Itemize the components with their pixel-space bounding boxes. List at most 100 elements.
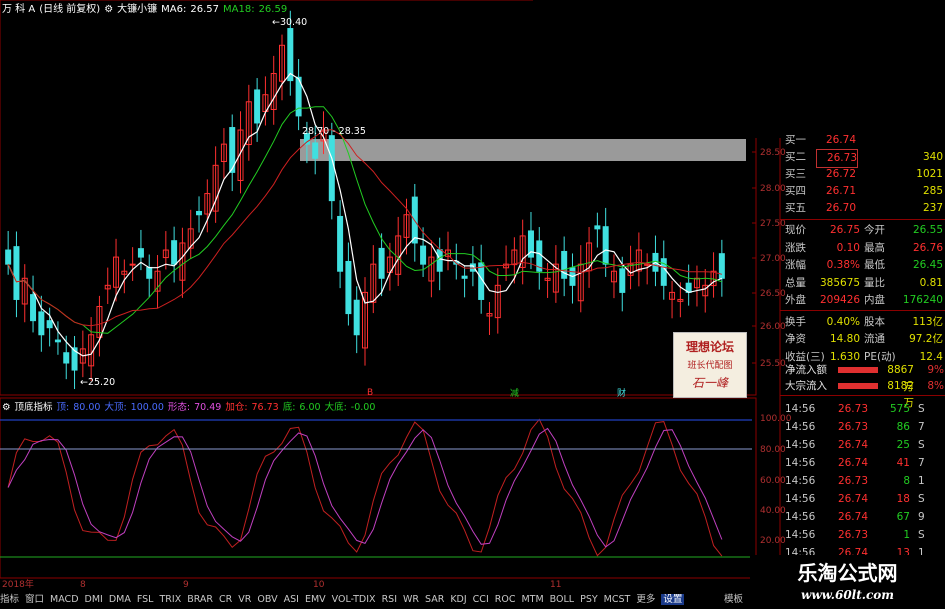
di-label: 底: [282, 402, 296, 413]
stat-label: 今开 [864, 224, 885, 236]
flow-label: 净流入额 [785, 364, 827, 376]
flow-bar [838, 367, 878, 373]
stat-label: 涨幅 [785, 259, 806, 271]
tick-time: 14:56 [785, 439, 816, 451]
flow-row: 净流入额 8867万 9% [780, 362, 945, 393]
candle-body [171, 240, 178, 265]
tick-row: 14:56 26.73 8 1 [780, 472, 945, 490]
bid-row-5[interactable]: 买五 26.70 237 [780, 200, 945, 217]
candle-body [328, 135, 335, 202]
tab-rsi[interactable]: RSI [382, 594, 397, 605]
tab-brar[interactable]: BRAR [187, 594, 213, 605]
tab-更多[interactable]: 更多 [636, 594, 655, 605]
divider [780, 219, 945, 220]
gear-icon[interactable]: ⚙ [104, 4, 113, 15]
tab-wr[interactable]: WR [403, 594, 419, 605]
candle-body [436, 249, 443, 272]
bid-row-1[interactable]: 买一 26.74 [780, 132, 945, 149]
tab-指标[interactable]: 指标 [0, 594, 19, 605]
bid-price: 26.70 [825, 202, 856, 214]
tick-row: 14:56 26.74 18 S [780, 490, 945, 508]
tick-price: 26.73 [837, 475, 868, 487]
tick-time: 14:56 [785, 457, 816, 469]
tab-vol-tdix[interactable]: VOL-TDIX [332, 594, 376, 605]
chart-title-bar: 万 科 A (日线 前复权) ⚙ 大镰小镰 MA6: 26.57 MA18: 26.59 [2, 2, 291, 18]
tick-price: 26.74 [837, 457, 868, 469]
candle-body [129, 263, 136, 266]
tab-boll[interactable]: BOLL [550, 594, 574, 605]
tab-mcst[interactable]: MCST [604, 594, 631, 605]
tick-volume: 25 [896, 439, 910, 451]
site-name: 乐淘公式网 [797, 561, 898, 585]
tab-mtm[interactable]: MTM [521, 594, 543, 605]
bid-row-3[interactable]: 买三 26.72 1021 [780, 166, 945, 183]
tick-row: 14:56 26.73 575 S [780, 400, 945, 418]
flow-pct: 9% [927, 364, 944, 376]
candle-body [254, 89, 261, 124]
tab-设置[interactable]: 设置 [661, 594, 685, 605]
tab-kdj[interactable]: KDJ [450, 594, 466, 605]
tab-sar[interactable]: SAR [425, 594, 444, 605]
tick-price: 26.73 [837, 421, 868, 433]
candle-body [287, 28, 294, 82]
tab-dma[interactable]: DMA [109, 594, 131, 605]
tab-cci[interactable]: CCI [473, 594, 489, 605]
masked-region [533, 0, 945, 138]
site-url: www.60lt.com [801, 588, 894, 602]
watermark-stamp: 理想论坛 班长代配图 石一峰 [673, 332, 747, 398]
stat-label: 流通 [864, 333, 885, 345]
tick-volume: 67 [896, 511, 910, 523]
tick-time: 14:56 [785, 529, 816, 541]
stat-value: 0.10 [836, 241, 860, 254]
bid-label: 买三 [785, 168, 806, 180]
stat-label: 换手 [785, 315, 806, 328]
tick-row: 14:56 26.74 41 7 [780, 454, 945, 472]
stat-label: 外盘 [785, 294, 806, 306]
stat-label: 量比 [864, 276, 885, 289]
tab-macd[interactable]: MACD [50, 594, 78, 605]
candle-body [420, 245, 427, 265]
tab-cr[interactable]: CR [219, 594, 232, 605]
tab-roc[interactable]: ROC [495, 594, 516, 605]
tick-flag: 1 [918, 475, 925, 487]
tick-price: 26.74 [837, 439, 868, 451]
candle-body [13, 246, 20, 300]
stat-value: 0.40% [826, 315, 860, 328]
candle-body [5, 249, 12, 265]
indicator-tabs: 指标 窗口 MACD DMI DMA FSL TRIX BRAR CR VR OBV ASI EMV VO… [0, 591, 760, 609]
tab-dmi[interactable]: DMI [85, 594, 103, 605]
tick-volume: 575 [889, 403, 910, 415]
tick-time: 14:56 [785, 403, 816, 415]
tick-flag: S [918, 493, 925, 505]
indicator-name: 大镰小镰 [117, 4, 158, 15]
stat-label: 最低 [864, 259, 885, 271]
flow-label: 大宗流入 [785, 380, 827, 392]
tab-psy[interactable]: PSY [580, 594, 598, 605]
ma6-label: MA6: [161, 4, 187, 15]
tick-price: 26.74 [837, 493, 868, 505]
tick-volume: 18 [896, 493, 910, 505]
stat-label: 内盘 [864, 294, 885, 306]
tab-trix[interactable]: TRIX [159, 594, 181, 605]
stat-value: 26.75 [829, 224, 860, 236]
signal-fill: 财 [617, 389, 627, 399]
bid-price: 26.71 [825, 185, 856, 197]
tick-flag: 7 [918, 457, 925, 469]
bid-row-2[interactable]: 买二 26.73 340 [780, 149, 945, 168]
bid-row-4[interactable]: 买四 26.71 285 [780, 183, 945, 200]
candle-body [38, 311, 45, 336]
bid-price: 26.72 [825, 168, 856, 180]
time-tick-label: 8 [80, 580, 86, 590]
ding-value: 80.00 [73, 402, 101, 413]
tab-fsl[interactable]: FSL [137, 594, 154, 605]
tab-emv[interactable]: EMV [305, 594, 326, 605]
stat-value: 0.81 [919, 276, 943, 289]
candle-body [594, 225, 601, 230]
tab-vr[interactable]: VR [238, 594, 251, 605]
stock-name: 万 科 A [2, 4, 36, 15]
tab-窗口[interactable]: 窗口 [25, 594, 44, 605]
gear-icon[interactable]: ⚙ [2, 402, 11, 413]
tab-obv[interactable]: OBV [257, 594, 277, 605]
stat-value: 176240 [902, 294, 943, 306]
tab-asi[interactable]: ASI [284, 594, 299, 605]
